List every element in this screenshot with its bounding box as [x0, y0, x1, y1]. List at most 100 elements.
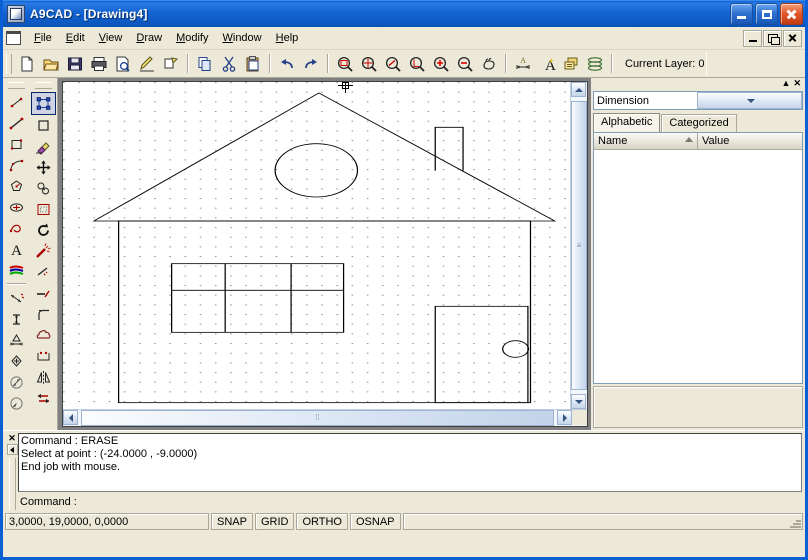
menu-draw[interactable]: Draw [129, 30, 169, 46]
dim-angular-tool[interactable] [5, 330, 28, 351]
vertical-scroll-thumb[interactable]: ≡ [571, 101, 587, 390]
dim-vertical-tool[interactable] [5, 309, 28, 330]
canvas-horizontal-scrollbar[interactable]: ⁞⁞ [63, 409, 587, 426]
new-icon[interactable] [15, 52, 39, 75]
zoom-previous-icon[interactable] [381, 52, 405, 75]
explode-tool[interactable] [32, 241, 55, 262]
text-tool[interactable]: A [5, 239, 28, 260]
menu-modify[interactable]: Modify [169, 30, 215, 46]
menu-help[interactable]: Help [269, 30, 306, 46]
ellipse-tool[interactable] [5, 197, 28, 218]
undo-arrow-icon[interactable] [275, 52, 299, 75]
properties-icon[interactable] [559, 52, 583, 75]
scroll-left-button[interactable] [63, 410, 78, 425]
command-close-button[interactable]: ✕ [8, 434, 16, 443]
draw-palette-grip[interactable] [8, 82, 25, 89]
pen-edit-icon[interactable] [135, 52, 159, 75]
spline-tool[interactable] [5, 218, 28, 239]
zoom-extents-icon[interactable] [405, 52, 429, 75]
erase-tool[interactable] [32, 136, 55, 157]
maximize-button[interactable] [755, 3, 778, 25]
mdi-restore-button[interactable] [763, 30, 782, 47]
document-icon[interactable] [6, 31, 21, 45]
menu-edit[interactable]: Edit [59, 30, 92, 46]
chevron-down-icon[interactable] [697, 92, 802, 109]
dim-aligned-tool[interactable] [5, 288, 28, 309]
column-header-value[interactable]: Value [698, 133, 802, 150]
move-tool[interactable] [32, 157, 55, 178]
redo-arrow-icon[interactable] [299, 52, 323, 75]
open-folder-icon[interactable] [39, 52, 63, 75]
polyline-tool[interactable] [5, 113, 28, 134]
tab-categorized[interactable]: Categorized [661, 114, 736, 132]
extend-tool[interactable] [32, 283, 55, 304]
menu-file[interactable]: File [27, 30, 59, 46]
drawing-canvas[interactable] [63, 82, 570, 409]
menu-window[interactable]: Window [215, 30, 268, 46]
zoom-in-icon[interactable] [429, 52, 453, 75]
mirror-tool[interactable] [32, 367, 55, 388]
copy-object-tool[interactable] [32, 178, 55, 199]
properties-rows[interactable] [594, 150, 802, 383]
cut-scissors-icon[interactable] [217, 52, 241, 75]
mdi-minimize-button[interactable] [743, 30, 762, 47]
dim-radius-tool[interactable] [5, 393, 28, 414]
polygon-tool[interactable] [5, 176, 28, 197]
paste-clipboard-icon[interactable] [241, 52, 265, 75]
copy-icon[interactable] [193, 52, 217, 75]
scale-tool[interactable] [32, 199, 55, 220]
print-icon[interactable] [87, 52, 111, 75]
command-history[interactable]: Command : ERASE Select at point : (-24.0… [18, 433, 802, 492]
dimension-style-icon[interactable]: A [511, 52, 535, 75]
rotate-tool[interactable] [32, 220, 55, 241]
resize-grip[interactable] [789, 516, 801, 528]
canvas-vertical-scrollbar[interactable]: ≡ [570, 82, 587, 409]
layers-icon[interactable] [583, 52, 607, 75]
zoom-out-icon[interactable] [453, 52, 477, 75]
deselect-tool[interactable] [32, 115, 55, 136]
minimize-button[interactable] [730, 3, 753, 25]
hatch-tool[interactable] [5, 260, 28, 281]
rectangle-tool[interactable] [5, 134, 28, 155]
arc-tool[interactable] [5, 155, 28, 176]
menu-view[interactable]: View [92, 30, 130, 46]
text-style-icon[interactable]: A [535, 52, 559, 75]
command-dock-grip[interactable] [9, 458, 16, 510]
status-toggle-ortho[interactable]: ORTHO [296, 513, 348, 530]
select-tool[interactable] [31, 92, 56, 115]
properties-collapse-button[interactable]: ▲ [782, 79, 791, 88]
save-floppy-icon[interactable] [63, 52, 87, 75]
pick-style-icon[interactable] [159, 52, 183, 75]
horizontal-scroll-thumb[interactable]: ⁞⁞ [81, 410, 554, 426]
vertical-scroll-track[interactable]: ≡ [571, 97, 587, 394]
command-collapse-button[interactable] [7, 444, 18, 455]
modify-palette-grip[interactable] [35, 82, 52, 89]
revision-cloud-tool[interactable] [32, 325, 55, 346]
mdi-close-button[interactable] [783, 30, 802, 47]
print-preview-icon[interactable] [111, 52, 135, 75]
properties-close-button[interactable]: ✕ [793, 79, 801, 88]
status-toggle-grid[interactable]: GRID [255, 513, 295, 530]
command-input[interactable]: Command : [18, 493, 802, 511]
dim-leader-tool[interactable] [5, 351, 28, 372]
column-header-name[interactable]: Name [594, 133, 698, 150]
scroll-down-button[interactable] [571, 394, 586, 409]
horizontal-scroll-track[interactable]: ⁞⁞ [78, 410, 557, 426]
zoom-all-icon[interactable] [357, 52, 381, 75]
close-button[interactable] [780, 3, 803, 25]
zoom-window-icon[interactable] [333, 52, 357, 75]
line-tool[interactable] [5, 92, 28, 113]
properties-grid[interactable]: Name Value [593, 132, 803, 384]
offset-tool[interactable] [32, 346, 55, 367]
align-tool[interactable] [32, 388, 55, 409]
status-toggle-osnap[interactable]: OSNAP [350, 513, 401, 530]
object-type-combobox[interactable]: Dimension [593, 91, 803, 110]
status-toggle-snap[interactable]: SNAP [211, 513, 253, 530]
toolbar-grip[interactable] [6, 54, 12, 74]
pan-hand-icon[interactable] [477, 52, 501, 75]
dim-diameter-tool[interactable] [5, 372, 28, 393]
trim-tool[interactable] [32, 262, 55, 283]
fillet-tool[interactable] [32, 304, 55, 325]
tab-alphabetic[interactable]: Alphabetic [593, 113, 660, 132]
scroll-up-button[interactable] [571, 82, 586, 97]
